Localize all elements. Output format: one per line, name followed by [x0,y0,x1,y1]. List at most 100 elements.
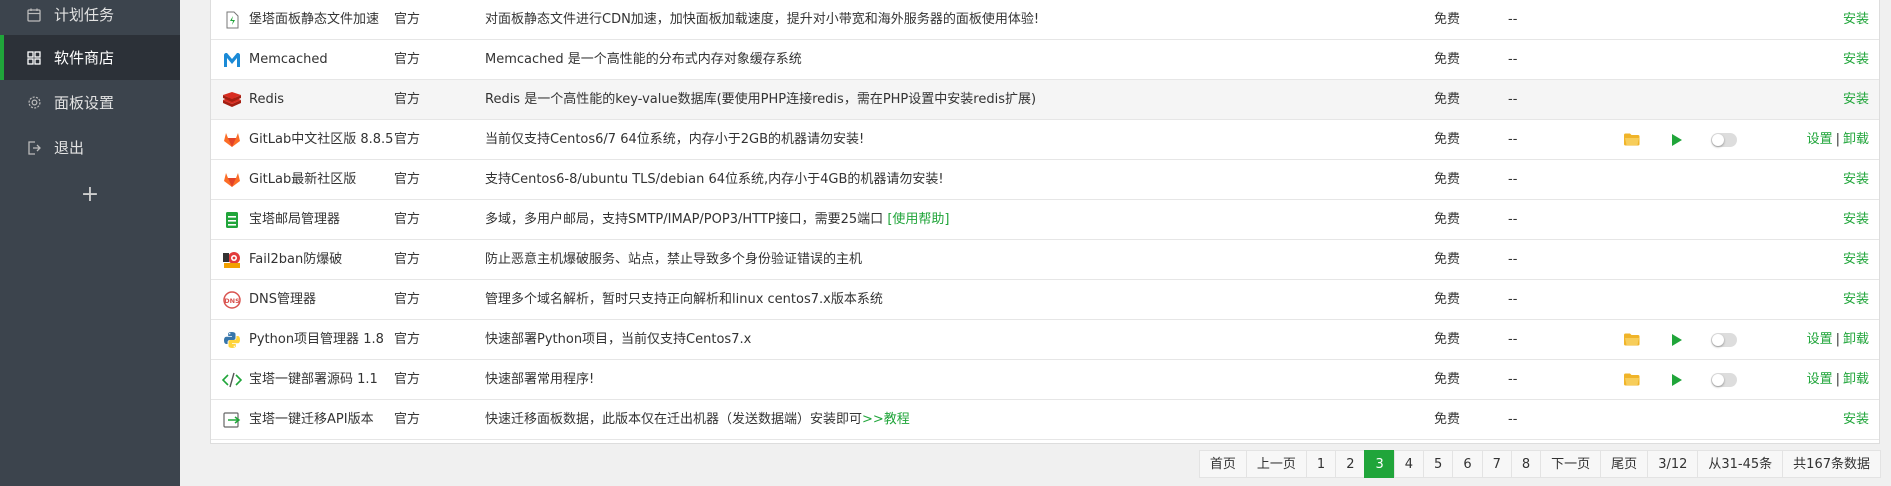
uninstall-link[interactable]: 卸载 [1843,372,1869,387]
tutorial-link[interactable]: >>教程 [862,412,910,427]
table-row: GitLab最新社区版 官方 支持Centos6-8/ubuntu TLS/de… [211,160,1879,200]
plugin-name: GitLab中文社区版 8.8.5 [249,132,394,147]
play-icon[interactable] [1672,320,1686,359]
plugin-name: Fail2ban防爆破 [249,252,343,267]
first-page-button[interactable]: 首页 [1198,450,1247,478]
python-icon [221,320,243,359]
current-page-button[interactable]: 3 [1364,450,1395,478]
page-button[interactable]: 8 [1510,450,1542,478]
table-row: Fail2ban防爆破 官方 防止恶意主机爆破服务、站点，禁止导致多个身份验证错… [211,240,1879,280]
install-button[interactable]: 安装 [1843,200,1869,239]
plugin-actions: 设置 | 卸载 [1807,320,1869,359]
uninstall-link[interactable]: 卸载 [1843,132,1869,147]
install-button[interactable]: 安装 [1843,80,1869,119]
gitlab-icon [221,120,243,159]
plugin-developer: 官方 [394,252,421,267]
sidebar-item-crontab[interactable]: 计划任务 [0,0,180,37]
sidebar-item-panel-settings[interactable]: 面板设置 [0,80,180,125]
code-icon [221,360,243,399]
plugin-developer: 官方 [394,292,421,307]
display-toggle[interactable] [1711,360,1737,399]
table-row: GitLab中文社区版 8.8.5 官方 当前仅支持Centos6/7 64位系… [211,120,1879,160]
plugin-actions: 设置 | 卸载 [1807,120,1869,159]
display-toggle[interactable] [1711,320,1737,359]
settings-link[interactable]: 设置 [1807,372,1833,387]
uninstall-link[interactable]: 卸载 [1843,332,1869,347]
page-button[interactable]: 6 [1452,450,1483,478]
plugin-developer: 官方 [394,52,421,67]
next-page-button[interactable]: 下一页 [1540,450,1602,478]
plugin-expire: -- [1508,372,1518,387]
install-button[interactable]: 安装 [1843,400,1869,439]
memcached-icon [221,40,243,79]
page-button[interactable]: 4 [1393,450,1425,478]
table-row: 宝塔一键部署源码 1.1 官方 快速部署常用程序! 免费 -- 设置 | 卸载 [211,360,1879,400]
plugin-price: 免费 [1434,292,1461,307]
display-toggle[interactable] [1711,120,1737,159]
plugin-developer: 官方 [394,372,421,387]
plugin-name: GitLab最新社区版 [249,172,357,187]
plugin-price: 免费 [1434,172,1461,187]
plugin-expire: -- [1508,292,1518,307]
plugin-actions: 设置 | 卸载 [1807,360,1869,399]
plugin-price: 免费 [1434,212,1461,227]
sidebar: 计划任务 软件商店 面板设置 退出 + [0,0,180,486]
fail2ban-icon [221,240,243,279]
plugin-description-wrap: 多域，多用户邮局，支持SMTP/IMAP/POP3/HTTP接口，需要25端口 … [485,200,949,239]
plugin-name: DNS管理器 [249,292,316,307]
migrate-icon [221,400,243,439]
plugin-expire: -- [1508,332,1518,347]
help-link[interactable]: [使用帮助] [887,212,949,227]
grid-icon [26,50,42,66]
page-button[interactable]: 1 [1305,450,1337,478]
plugin-description: Redis 是一个高性能的key-value数据库(要使用PHP连接redis，… [485,92,1037,107]
redis-icon [221,80,243,119]
page-button[interactable]: 7 [1481,450,1512,478]
sidebar-item-label: 面板设置 [54,94,115,112]
logout-icon [26,140,42,156]
folder-icon[interactable] [1624,120,1642,159]
install-button[interactable]: 安装 [1843,240,1869,279]
svg-text:DNS: DNS [224,297,240,305]
plugin-description: 快速部署Python项目，当前仅支持Centos7.x [485,332,752,347]
install-button[interactable]: 安装 [1843,280,1869,319]
settings-link[interactable]: 设置 [1807,332,1833,347]
prev-page-button[interactable]: 上一页 [1245,450,1307,478]
plugin-description-wrap: 快速迁移面板数据，此版本仅在迁出机器（发送数据端）安装即可>>教程 [485,400,910,439]
install-button[interactable]: 安装 [1843,160,1869,199]
play-icon[interactable] [1672,120,1686,159]
plugin-expire: -- [1508,92,1518,107]
plugin-description: 快速迁移面板数据，此版本仅在迁出机器（发送数据端）安装即可 [485,412,863,427]
page-button[interactable]: 2 [1335,450,1366,478]
settings-link[interactable]: 设置 [1807,132,1833,147]
install-button[interactable]: 安装 [1843,0,1869,39]
play-icon[interactable] [1672,360,1686,399]
plugin-expire: -- [1508,52,1518,67]
plugin-price: 免费 [1434,132,1461,147]
plugin-name: 宝塔一键迁移API版本 [249,412,374,427]
plugin-description: 支持Centos6-8/ubuntu TLS/debian 64位系统,内存小于… [485,172,944,187]
sidebar-item-logout[interactable]: 退出 [0,125,180,170]
range-indicator: 从31-45条 [1697,450,1784,478]
add-menu-button[interactable]: + [0,180,180,210]
plugin-developer: 官方 [394,412,421,427]
folder-icon[interactable] [1624,320,1642,359]
last-page-button[interactable]: 尾页 [1600,450,1649,478]
plugin-developer: 官方 [394,92,421,107]
plugin-developer: 官方 [394,212,421,227]
mail-server-icon [221,200,243,239]
sidebar-item-label: 计划任务 [54,6,115,24]
table-row: 堡塔面板静态文件加速 官方 对面板静态文件进行CDN加速，加快面板加载速度，提升… [211,0,1879,40]
table-row: Python项目管理器 1.8 官方 快速部署Python项目，当前仅支持Cen… [211,320,1879,360]
folder-icon[interactable] [1624,360,1642,399]
dns-icon: DNS [221,280,243,319]
plugin-expire: -- [1508,12,1518,27]
plugin-price: 免费 [1434,52,1461,67]
sidebar-item-software-store[interactable]: 软件商店 [0,35,180,80]
page-button[interactable]: 5 [1423,450,1454,478]
install-button[interactable]: 安装 [1843,40,1869,79]
plugin-developer: 官方 [394,12,421,27]
page-indicator: 3/12 [1647,450,1699,478]
table-row: DNS DNS管理器 官方 管理多个域名解析，暂时只支持正向解析和linux c… [211,280,1879,320]
cdn-icon [221,0,243,39]
